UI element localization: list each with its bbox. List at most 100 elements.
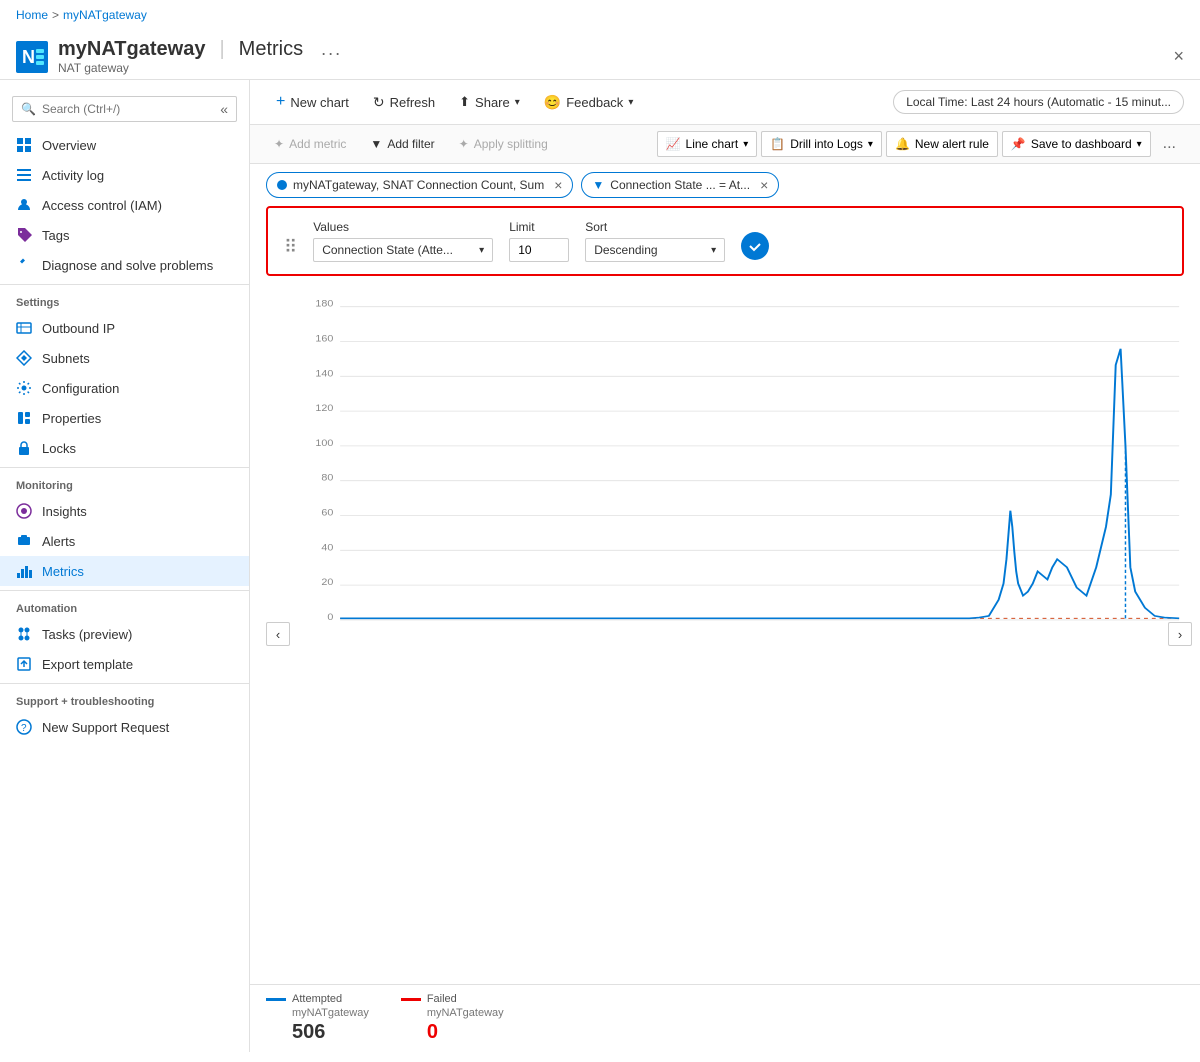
sidebar-item-export[interactable]: Export template <box>0 649 249 679</box>
person-icon <box>16 197 32 213</box>
insights-icon <box>16 503 32 519</box>
svg-text:N: N <box>22 47 35 67</box>
resource-type: NAT gateway <box>58 61 342 75</box>
sidebar-item-support[interactable]: ? New Support Request <box>0 712 249 742</box>
attempted-sublabel: myNATgateway <box>266 1007 369 1019</box>
tasks-icon <box>16 626 32 642</box>
sidebar-label-access-control: Access control (IAM) <box>42 198 162 213</box>
sidebar-item-alerts[interactable]: Alerts <box>0 526 249 556</box>
sidebar-item-metrics[interactable]: Metrics <box>0 556 249 586</box>
filter-bar: myNATgateway, SNAT Connection Count, Sum… <box>250 164 1200 206</box>
checkmark-icon <box>748 239 762 253</box>
sidebar-label-overview: Overview <box>42 138 96 153</box>
list-icon <box>16 167 32 183</box>
values-select[interactable]: Connection State (Atte... ▾ <box>313 238 493 262</box>
svg-text:?: ? <box>21 723 27 734</box>
refresh-button[interactable]: ↻ Refresh <box>363 89 445 116</box>
svg-text:160: 160 <box>315 334 333 344</box>
line-chart-button[interactable]: 📈 Line chart ▾ <box>657 131 758 157</box>
sidebar-item-properties[interactable]: Properties <box>0 403 249 433</box>
chart-nav-left[interactable]: ‹ <box>266 622 290 646</box>
search-input[interactable] <box>42 102 220 116</box>
limit-field: Limit <box>509 220 569 262</box>
sidebar-label-alerts: Alerts <box>42 534 75 549</box>
share-button[interactable]: ⬆ Share ▾ <box>449 89 530 115</box>
save-chevron: ▾ <box>1137 139 1142 150</box>
failed-color-swatch <box>401 998 421 1001</box>
feedback-button[interactable]: 😊 Feedback ▾ <box>534 89 644 116</box>
sidebar-collapse-icon[interactable]: « <box>220 101 228 117</box>
legend-item-attempted: Attempted myNATgateway 506 <box>266 993 369 1044</box>
metric-filter-pill[interactable]: myNATgateway, SNAT Connection Count, Sum… <box>266 172 573 198</box>
new-alert-button[interactable]: 🔔 New alert rule <box>886 131 998 157</box>
feedback-chevron-icon: ▾ <box>628 97 633 108</box>
svg-text:100: 100 <box>315 439 333 449</box>
page-header: N myNATgateway | Metrics ... NAT gateway… <box>0 30 1200 80</box>
svg-text:80: 80 <box>321 473 333 483</box>
sidebar-section-support: Support + troubleshooting <box>0 683 249 712</box>
limit-input[interactable] <box>509 238 569 262</box>
time-selector[interactable]: Local Time: Last 24 hours (Automatic - 1… <box>893 90 1184 114</box>
split-confirm-button[interactable] <box>741 232 769 260</box>
save-dashboard-button[interactable]: 📌 Save to dashboard ▾ <box>1002 131 1151 157</box>
feedback-icon: 😊 <box>544 94 561 111</box>
split-dots-icon: ⠿ <box>284 237 297 258</box>
main-toolbar: + New chart ↻ Refresh ⬆ Share ▾ 😊 Feedba… <box>250 80 1200 125</box>
nat-gateway-icon: N <box>16 41 48 73</box>
metrics-icon <box>16 563 32 579</box>
line-chart-icon: 📈 <box>666 137 681 151</box>
props-icon <box>16 410 32 426</box>
resource-name: myNATgateway <box>58 38 205 61</box>
page-section: Metrics <box>239 38 303 61</box>
sidebar-item-insights[interactable]: Insights <box>0 496 249 526</box>
new-chart-button[interactable]: + New chart <box>266 88 359 116</box>
values-chevron: ▾ <box>479 245 484 256</box>
chart-area: ‹ › 0 20 40 60 80 100 120 140 160 180 <box>250 284 1200 984</box>
sidebar-label-subnets: Subnets <box>42 351 90 366</box>
failed-value: 0 <box>401 1021 504 1044</box>
sidebar-label-export: Export template <box>42 657 133 672</box>
header-more-button[interactable]: ... <box>321 39 342 60</box>
state-filter-pill[interactable]: ▼ Connection State ... = At... × <box>581 172 779 198</box>
export-icon <box>16 656 32 672</box>
splitting-panel: ⠿ Values Connection State (Atte... ▾ Lim… <box>266 206 1184 276</box>
svg-text:60: 60 <box>321 508 333 518</box>
sidebar-item-tags[interactable]: Tags <box>0 220 249 250</box>
legend-item-failed: Failed myNATgateway 0 <box>401 993 504 1044</box>
config-icon <box>16 380 32 396</box>
drill-logs-button[interactable]: 📋 Drill into Logs ▾ <box>761 131 882 157</box>
breadcrumb-home[interactable]: Home <box>16 8 48 22</box>
sidebar-item-activity-log[interactable]: Activity log <box>0 160 249 190</box>
sidebar-label-tasks: Tasks (preview) <box>42 627 132 642</box>
sort-select[interactable]: Descending ▾ <box>585 238 725 262</box>
sidebar-item-locks[interactable]: Locks <box>0 433 249 463</box>
share-chevron-icon: ▾ <box>515 97 520 108</box>
add-metric-button[interactable]: ✦ Add metric <box>266 133 354 155</box>
ip-icon <box>16 320 32 336</box>
sidebar-item-diagnose[interactable]: Diagnose and solve problems <box>0 250 249 280</box>
sidebar-label-insights: Insights <box>42 504 87 519</box>
header-separator: | <box>219 38 224 61</box>
main-content: + New chart ↻ Refresh ⬆ Share ▾ 😊 Feedba… <box>250 80 1200 1052</box>
metric-pill-remove[interactable]: × <box>554 177 562 193</box>
more-options-button[interactable]: ... <box>1155 131 1184 157</box>
failed-label: Failed <box>427 993 457 1005</box>
chart-nav-right[interactable]: › <box>1168 622 1192 646</box>
sidebar-item-subnets[interactable]: Subnets <box>0 343 249 373</box>
add-filter-button[interactable]: ▼ Add filter <box>362 133 442 155</box>
support-icon: ? <box>16 719 32 735</box>
sidebar-section-automation: Automation <box>0 590 249 619</box>
apply-splitting-button[interactable]: ✦ Apply splitting <box>451 133 556 155</box>
sidebar-item-overview[interactable]: Overview <box>0 130 249 160</box>
filter-funnel-icon: ▼ <box>592 178 604 192</box>
sidebar: 🔍 « Overview Activity log Access control… <box>0 80 250 1052</box>
state-pill-remove[interactable]: × <box>760 177 768 193</box>
share-icon: ⬆ <box>459 94 470 110</box>
close-button[interactable]: × <box>1173 46 1184 67</box>
sidebar-item-access-control[interactable]: Access control (IAM) <box>0 190 249 220</box>
alert-icon: 🔔 <box>895 137 910 151</box>
sidebar-item-configuration[interactable]: Configuration <box>0 373 249 403</box>
sidebar-item-tasks[interactable]: Tasks (preview) <box>0 619 249 649</box>
sidebar-item-outbound-ip[interactable]: Outbound IP <box>0 313 249 343</box>
sidebar-label-support: New Support Request <box>42 720 169 735</box>
